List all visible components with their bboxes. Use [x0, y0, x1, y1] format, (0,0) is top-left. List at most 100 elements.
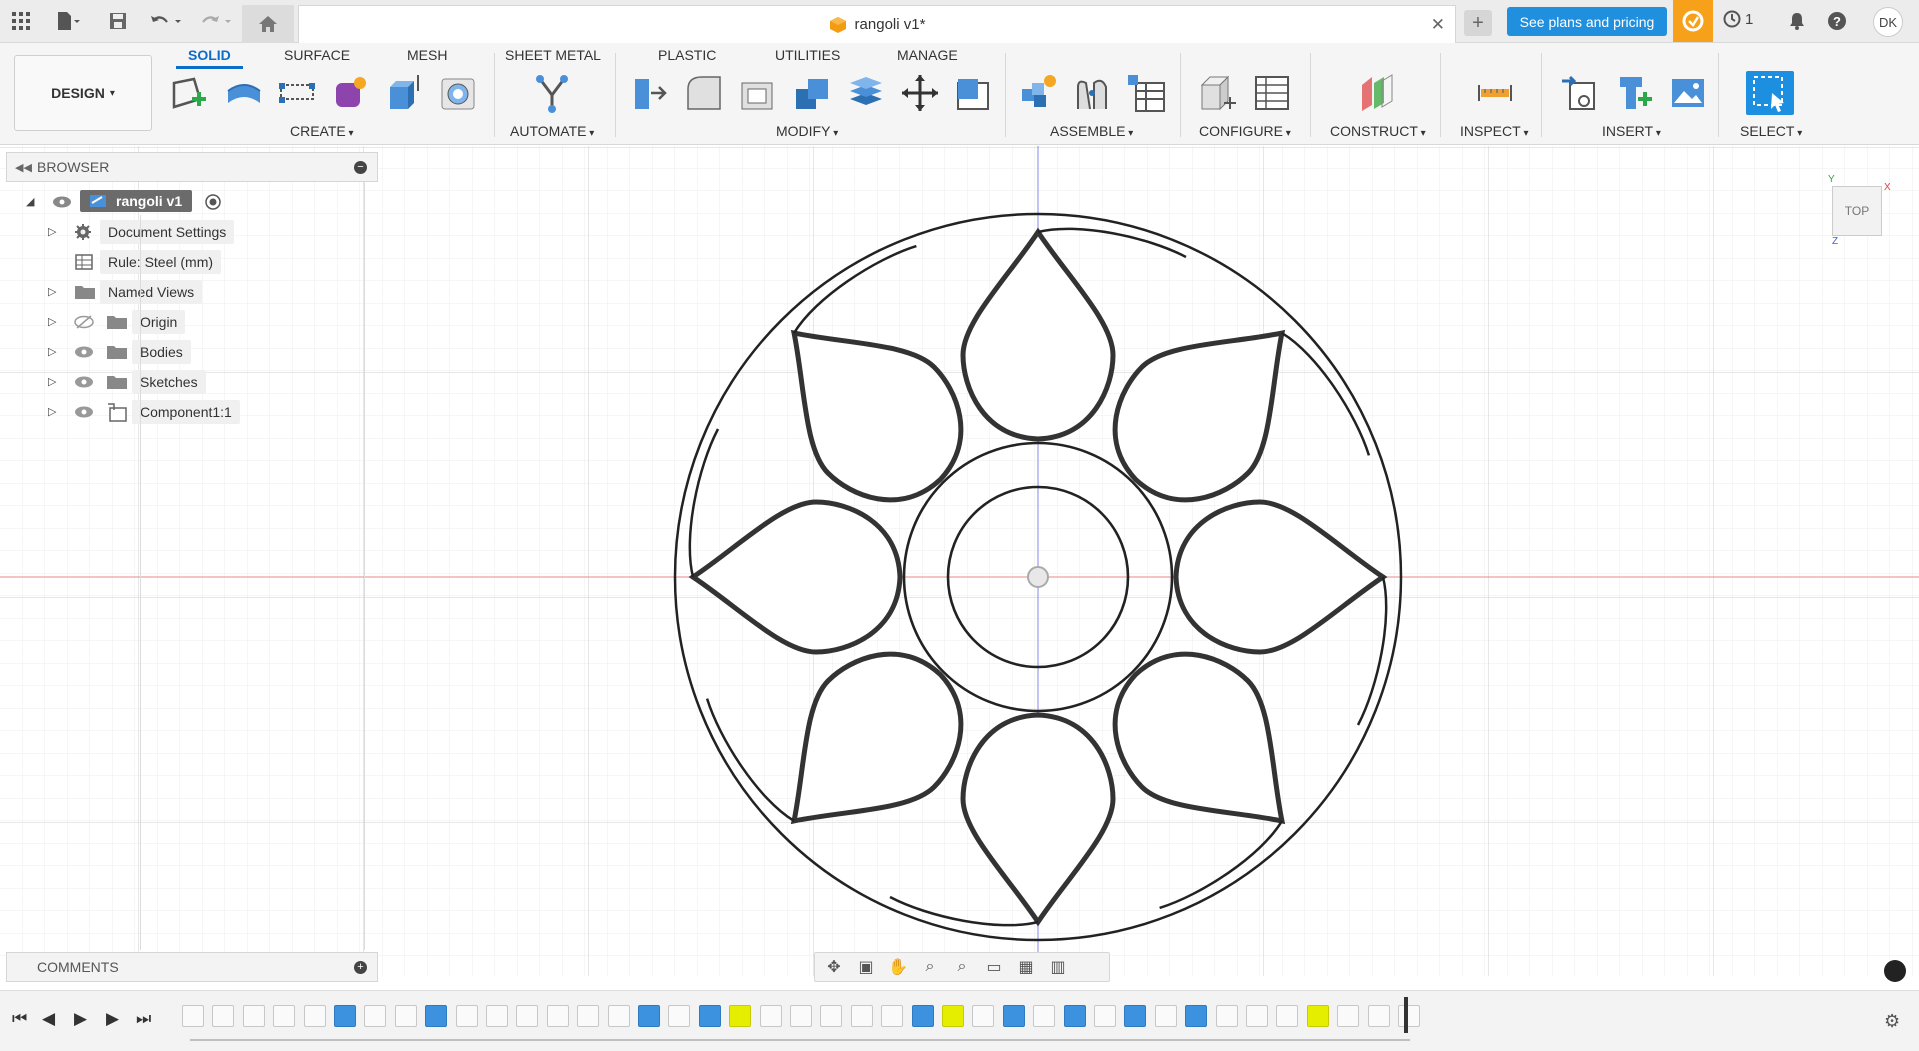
- group-inspect[interactable]: INSPECT: [1460, 123, 1529, 139]
- viewports-icon[interactable]: ▥: [1045, 956, 1071, 978]
- timeline-feature-icon[interactable]: [1094, 1005, 1116, 1027]
- box-button[interactable]: [382, 71, 426, 115]
- automate-button[interactable]: [530, 71, 574, 115]
- display-settings-icon[interactable]: ▭: [981, 956, 1007, 978]
- timeline-feature-icon[interactable]: [1002, 1005, 1025, 1027]
- app-grid-icon[interactable]: [6, 8, 36, 34]
- redo-button[interactable]: [196, 8, 236, 34]
- group-select[interactable]: SELECT: [1740, 123, 1802, 139]
- timeline-feature-icon[interactable]: [759, 1005, 782, 1027]
- help-button[interactable]: ?: [1824, 8, 1850, 34]
- see-plans-button[interactable]: See plans and pricing: [1507, 7, 1667, 36]
- timeline-feature-icon[interactable]: [972, 1005, 995, 1027]
- timeline-feature-icon[interactable]: [394, 1005, 417, 1027]
- hole-button[interactable]: [436, 71, 480, 115]
- pan-hand-icon[interactable]: ✋: [885, 956, 911, 978]
- select-button[interactable]: [1746, 71, 1794, 115]
- timeline-feature-icon[interactable]: [698, 1005, 721, 1027]
- as-built-joint-button[interactable]: [1124, 71, 1168, 115]
- timeline-feature-icon[interactable]: [1367, 1005, 1390, 1027]
- press-pull-button[interactable]: [627, 71, 671, 115]
- design-canvas[interactable]: [0, 146, 1919, 976]
- look-at-icon[interactable]: ▣: [853, 956, 879, 978]
- close-tab-icon[interactable]: ✕: [1431, 15, 1445, 35]
- timeline-feature-icon[interactable]: [455, 1005, 478, 1027]
- notifications-button[interactable]: [1784, 8, 1810, 34]
- grid-settings-icon[interactable]: ▦: [1013, 956, 1039, 978]
- timeline-feature-icon[interactable]: [577, 1005, 600, 1027]
- orbit-icon[interactable]: ✥: [821, 956, 847, 978]
- timeline-feature-icon[interactable]: [182, 1005, 204, 1027]
- expand-triangle-icon[interactable]: ◢: [26, 195, 34, 208]
- minimize-browser-icon[interactable]: −: [354, 161, 367, 174]
- new-component-button[interactable]: [1016, 71, 1060, 115]
- expand-triangle-icon[interactable]: ▷: [48, 405, 56, 418]
- timeline-feature-icon[interactable]: [1063, 1005, 1086, 1027]
- timeline-feature-icon[interactable]: [911, 1005, 934, 1027]
- timeline-play-button[interactable]: ▶: [74, 1009, 87, 1029]
- revolve-button[interactable]: [275, 71, 319, 115]
- home-tab[interactable]: [242, 5, 294, 43]
- timeline-feature-icon[interactable]: [1306, 1005, 1329, 1027]
- timeline-feature-icon[interactable]: [638, 1005, 660, 1027]
- fillet-button[interactable]: [682, 71, 726, 115]
- timeline-feature-icon[interactable]: [820, 1005, 843, 1027]
- document-tab[interactable]: rangoli v1* ✕: [298, 5, 1456, 43]
- file-menu-button[interactable]: [48, 8, 88, 34]
- expand-triangle-icon[interactable]: ▷: [48, 285, 56, 298]
- timeline-feature-icon[interactable]: [1276, 1005, 1299, 1027]
- add-comment-icon[interactable]: +: [354, 961, 367, 974]
- group-automate[interactable]: AUTOMATE: [510, 123, 594, 139]
- group-create[interactable]: CREATE: [290, 123, 354, 139]
- scale-button[interactable]: [952, 71, 996, 115]
- text-command-icon[interactable]: [1884, 960, 1906, 982]
- timeline-feature-icon[interactable]: [546, 1005, 569, 1027]
- save-button[interactable]: [104, 8, 132, 34]
- tab-mesh[interactable]: MESH: [407, 47, 447, 63]
- timeline-settings-gear-icon[interactable]: ⚙: [1884, 1011, 1900, 1032]
- timeline-feature-icon[interactable]: [303, 1005, 326, 1027]
- configure-button[interactable]: [1196, 71, 1240, 115]
- timeline-feature-icon[interactable]: [1033, 1005, 1056, 1027]
- group-insert[interactable]: INSERT: [1602, 123, 1661, 139]
- timeline-feature-icon[interactable]: [850, 1005, 873, 1027]
- insert-canvas-button[interactable]: [1666, 71, 1710, 115]
- timeline-feature-icon[interactable]: [212, 1005, 235, 1027]
- collapse-browser-icon[interactable]: ◀◀: [15, 161, 32, 174]
- zoom-window-icon[interactable]: ⌕: [949, 956, 975, 978]
- expand-triangle-icon[interactable]: ▷: [48, 345, 56, 358]
- canvas-drawing[interactable]: [0, 146, 1919, 976]
- combine-button[interactable]: [790, 71, 834, 115]
- offset-plane-button[interactable]: [1354, 71, 1398, 115]
- comments-panel-header[interactable]: COMMENTS +: [6, 952, 378, 982]
- configuration-table-button[interactable]: [1250, 71, 1294, 115]
- timeline-feature-icon[interactable]: [790, 1005, 812, 1027]
- insert-derive-button[interactable]: [1558, 71, 1602, 115]
- timeline-feature-icon[interactable]: [1337, 1005, 1360, 1027]
- measure-button[interactable]: [1473, 71, 1517, 115]
- timeline-feature-icon[interactable]: [1185, 1005, 1208, 1027]
- zoom-icon[interactable]: ⌕: [917, 956, 943, 978]
- timeline-feature-icon[interactable]: [881, 1005, 904, 1027]
- job-status[interactable]: 1: [1723, 10, 1753, 28]
- move-button[interactable]: [898, 71, 942, 115]
- browser-panel-header[interactable]: ◀◀ BROWSER −: [6, 152, 378, 182]
- user-avatar[interactable]: DK: [1873, 7, 1903, 37]
- tab-utilities[interactable]: UTILITIES: [775, 47, 840, 63]
- group-construct[interactable]: CONSTRUCT: [1330, 123, 1426, 139]
- create-sketch-button[interactable]: [168, 71, 212, 115]
- timeline-marker[interactable]: [1404, 997, 1408, 1033]
- viewcube[interactable]: TOP X Y Z: [1828, 174, 1891, 247]
- timeline-feature-icon[interactable]: [668, 1005, 691, 1027]
- form-button[interactable]: [328, 71, 372, 115]
- joint-button[interactable]: [1070, 71, 1114, 115]
- timeline-feature-icon[interactable]: [242, 1005, 265, 1027]
- undo-button[interactable]: [146, 8, 186, 34]
- shell-button[interactable]: [736, 71, 780, 115]
- tab-manage[interactable]: MANAGE: [897, 47, 958, 63]
- timeline-feature-icon[interactable]: [942, 1005, 964, 1027]
- timeline-feature-icon[interactable]: [516, 1005, 539, 1027]
- timeline-feature-icon[interactable]: [729, 1005, 752, 1027]
- new-tab-button[interactable]: +: [1464, 10, 1492, 36]
- timeline-feature-icon[interactable]: [486, 1005, 508, 1027]
